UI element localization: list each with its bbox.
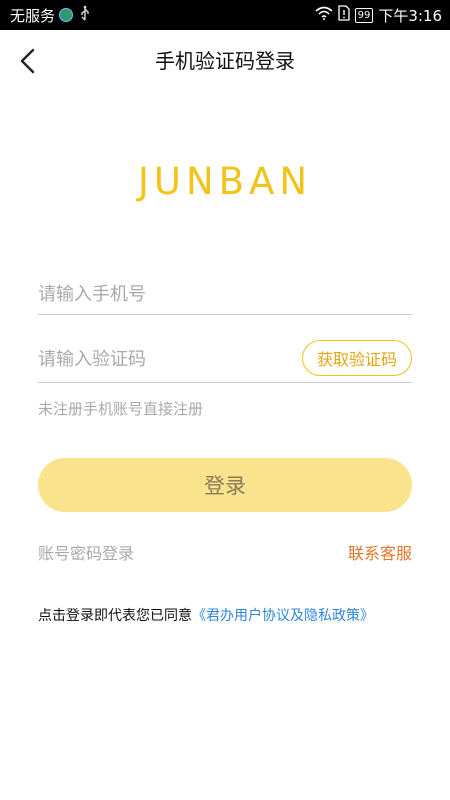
- phone-field: [38, 274, 412, 315]
- status-right: 99 下午3:16: [315, 0, 442, 30]
- green-dot-icon: [59, 8, 74, 22]
- back-button[interactable]: [12, 42, 42, 80]
- contact-support-link[interactable]: 联系客服: [348, 540, 412, 564]
- agreement-text: 点击登录即代表您已同意《君办用户协议及隐私政策》: [38, 605, 374, 625]
- page-title: 手机验证码登录: [155, 49, 295, 73]
- login-button[interactable]: 登录: [38, 458, 412, 512]
- agreement-prefix: 点击登录即代表您已同意: [38, 608, 192, 624]
- get-code-button[interactable]: 获取验证码: [302, 340, 412, 376]
- code-field: 获取验证码: [38, 339, 412, 383]
- password-login-link[interactable]: 账号密码登录: [38, 540, 134, 564]
- nav-bar: 手机验证码登录: [0, 30, 450, 92]
- status-left: 无服务: [10, 0, 91, 30]
- carrier-label: 无服务: [10, 6, 56, 25]
- battery-icon: 99: [354, 7, 374, 23]
- sim-error-icon: [337, 5, 350, 25]
- status-bar: 无服务 99 下午3:16: [0, 0, 450, 30]
- usb-icon: [79, 5, 91, 25]
- chevron-left-icon: [20, 48, 35, 74]
- logo: JUNBAN: [137, 160, 313, 203]
- status-time: 下午3:16: [378, 6, 442, 25]
- code-input[interactable]: [38, 339, 288, 379]
- register-hint: 未注册手机账号直接注册: [38, 400, 204, 418]
- agreement-link[interactable]: 《君办用户协议及隐私政策》: [192, 608, 374, 624]
- phone-input[interactable]: [38, 274, 288, 314]
- wifi-icon: [315, 6, 333, 24]
